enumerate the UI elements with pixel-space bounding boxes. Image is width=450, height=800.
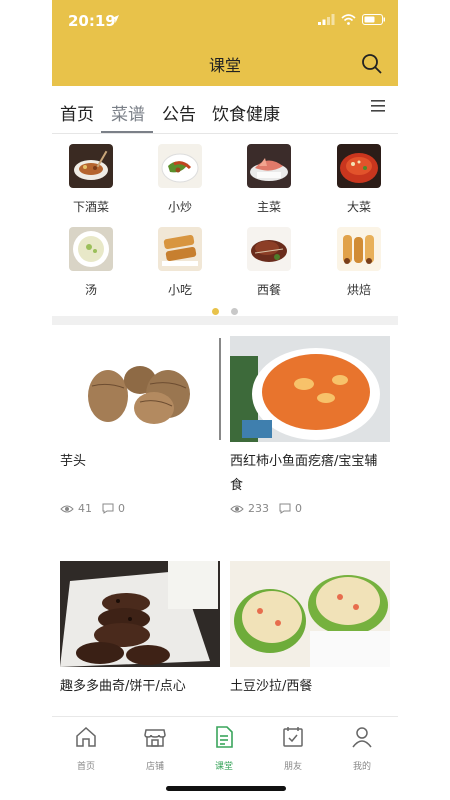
- signal-icon: [318, 14, 335, 25]
- store-icon: [144, 729, 166, 747]
- location-arrow-icon: [111, 15, 119, 23]
- view-count: 41: [78, 502, 92, 515]
- category-image: [337, 144, 381, 188]
- tab-announcements[interactable]: 公告: [162, 100, 196, 125]
- view-count: 233: [248, 502, 269, 515]
- recipe-title: 西红柿小鱼面疙瘩/宝宝辅食: [230, 454, 378, 493]
- wifi-icon: [341, 14, 356, 25]
- recipe-stats: 41 0: [60, 502, 125, 515]
- bottom-nav: 首页 店铺 课堂 朋友 我的: [52, 716, 398, 776]
- category-item[interactable]: 小吃: [145, 227, 215, 298]
- tab-diet-health[interactable]: 饮食健康: [212, 100, 280, 125]
- category-image: [158, 227, 202, 271]
- category-image: [69, 227, 113, 271]
- category-label: 汤: [84, 283, 97, 297]
- recipe-card[interactable]: 芋头: [60, 336, 220, 474]
- calendar-check-icon: [283, 727, 303, 747]
- category-image: [337, 227, 381, 271]
- comment-count: 0: [118, 502, 125, 515]
- category-label: 大菜: [346, 200, 371, 214]
- section-separator: [52, 316, 398, 325]
- tab-home[interactable]: 首页: [60, 100, 94, 125]
- recipe-image: [60, 336, 220, 442]
- category-item[interactable]: 大菜: [324, 144, 394, 215]
- nav-label: 店铺: [145, 762, 164, 772]
- category-image: [247, 227, 291, 271]
- category-image: [69, 144, 113, 188]
- outer-background-right: [398, 0, 450, 800]
- nav-label: 我的: [352, 762, 371, 772]
- category-label: 小吃: [167, 283, 192, 297]
- nav-label: 朋友: [283, 762, 302, 772]
- recipe-card[interactable]: 西红柿小鱼面疙瘩/宝宝辅食: [230, 336, 390, 498]
- category-label: 烘焙: [346, 283, 371, 297]
- category-image: [247, 144, 291, 188]
- comment-icon: [102, 503, 114, 514]
- recipe-stats: 233 0: [230, 502, 302, 515]
- outer-background-left: [0, 0, 52, 800]
- nav-home[interactable]: 首页: [58, 725, 114, 772]
- category-item[interactable]: 西餐: [234, 227, 304, 298]
- scroll-indicator: [219, 338, 221, 440]
- active-tab-indicator: [101, 131, 153, 133]
- category-label: 下酒菜: [72, 200, 109, 214]
- page-title: 课堂: [208, 56, 241, 75]
- status-bar: 20:19: [52, 0, 398, 44]
- search-icon[interactable]: [360, 52, 384, 76]
- tab-bar: 首页 菜谱 公告 饮食健康: [52, 86, 398, 134]
- eye-icon: [60, 505, 74, 512]
- category-label: 主菜: [256, 200, 281, 214]
- nav-label: 课堂: [214, 762, 233, 772]
- status-time: 20:19: [68, 12, 116, 30]
- recipe-image: [230, 336, 390, 442]
- comment-icon: [279, 503, 291, 514]
- category-image: [158, 144, 202, 188]
- category-item[interactable]: 下酒菜: [56, 144, 126, 215]
- user-icon: [352, 727, 372, 748]
- category-label: 小炒: [167, 200, 192, 214]
- category-label: 西餐: [256, 283, 281, 297]
- recipe-card[interactable]: 土豆沙拉/西餐: [230, 561, 390, 699]
- home-indicator: [166, 786, 286, 791]
- nav-classroom[interactable]: 课堂: [196, 725, 252, 772]
- nav-me[interactable]: 我的: [334, 725, 390, 772]
- page-dot-active[interactable]: [212, 308, 220, 315]
- header-bar: 20:19 课堂: [52, 0, 398, 86]
- nav-friends[interactable]: 朋友: [265, 725, 321, 772]
- recipe-title: 趣多多曲奇/饼干/点心: [60, 679, 186, 694]
- recipe-title: 土豆沙拉/西餐: [230, 679, 313, 694]
- menu-icon[interactable]: [370, 99, 386, 113]
- home-icon: [76, 726, 96, 747]
- phone-screen: 20:19 课堂 首页 菜谱 公告 饮食健康 下酒菜 小炒 主菜 大菜 汤 小吃…: [52, 0, 398, 800]
- recipe-title: 芋头: [60, 454, 87, 469]
- status-icons: [318, 14, 386, 25]
- category-item[interactable]: 汤: [56, 227, 126, 298]
- recipe-image: [230, 561, 390, 667]
- category-item[interactable]: 小炒: [145, 144, 215, 215]
- recipe-image: [60, 561, 220, 667]
- page-dot[interactable]: [230, 308, 238, 315]
- tab-recipes[interactable]: 菜谱: [111, 100, 145, 125]
- classroom-icon: [216, 726, 233, 748]
- eye-icon: [230, 505, 244, 512]
- nav-label: 首页: [76, 762, 95, 772]
- nav-store[interactable]: 店铺: [127, 725, 183, 772]
- recipe-card[interactable]: 趣多多曲奇/饼干/点心: [60, 561, 220, 699]
- battery-icon: [362, 14, 385, 25]
- comment-count: 0: [295, 502, 302, 515]
- category-item[interactable]: 烘焙: [324, 227, 394, 298]
- category-item[interactable]: 主菜: [234, 144, 304, 215]
